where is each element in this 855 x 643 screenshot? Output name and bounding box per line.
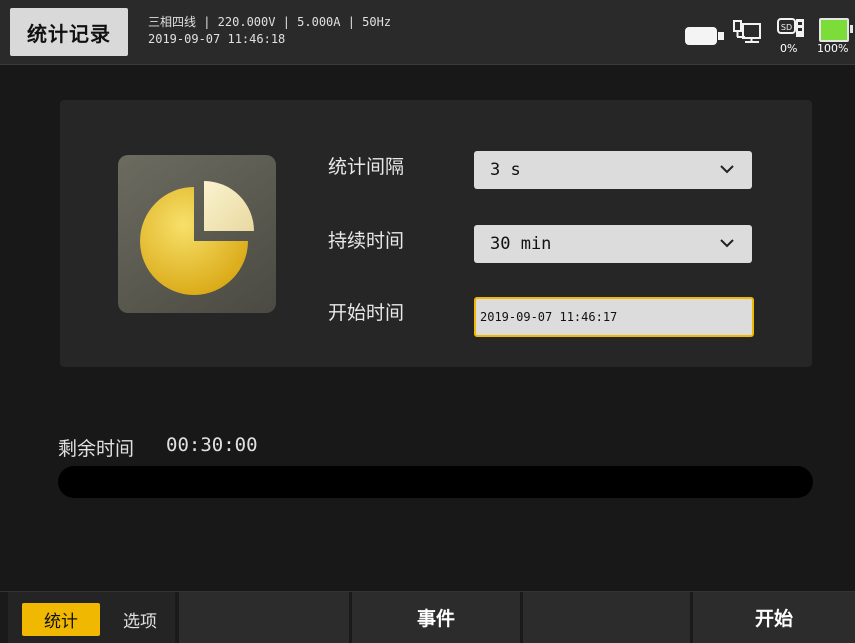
usb-icon [685,27,724,45]
pie-chart-icon [140,181,254,295]
current-datetime: 2019-09-07 11:46:18 [148,32,286,46]
network-icon [733,20,761,43]
chevron-down-icon [720,239,734,248]
settings-panel: 统计间隔 3 s 持续时间 30 min 开始时间 2019-09-07 11:… [60,100,812,367]
svg-text:SD: SD [781,23,792,32]
softkey-2[interactable] [179,592,349,643]
chevron-down-icon [720,165,734,174]
remaining-time-value: 00:30:00 [166,434,258,456]
page-title: 统计记录 [10,8,128,56]
duration-label: 持续时间 [328,230,405,252]
status-header: 统计记录 三相四线 | 220.000V | 5.000A | 50Hz 201… [0,0,855,65]
tab-options[interactable]: 选项 [110,603,170,636]
statistics-tile [118,155,276,313]
softkey-4[interactable] [523,592,690,643]
sd-card-icon: SD [777,18,804,37]
sd-usage: 0% [780,42,798,55]
start-time-label: 开始时间 [328,302,405,324]
interval-label: 统计间隔 [328,156,405,178]
tab-statistics[interactable]: 统计 [22,603,100,636]
battery-level: 100% [817,42,849,55]
start-button[interactable]: 开始 [693,592,855,643]
start-time-value: 2019-09-07 11:46:17 [480,310,618,324]
interval-select[interactable]: 3 s [474,151,752,189]
interval-value: 3 s [490,160,521,180]
progress-bar [58,466,813,498]
softkey-bar: 统计 选项 事件 开始 [0,591,855,643]
remaining-time-label: 剩余时间 [58,438,135,460]
start-time-field[interactable]: 2019-09-07 11:46:17 [474,297,754,337]
duration-select[interactable]: 30 min [474,225,752,263]
duration-value: 30 min [490,234,552,254]
status-info: 三相四线 | 220.000V | 5.000A | 50Hz 2019-09-… [148,14,391,48]
tab-group: 统计 选项 [8,592,175,643]
events-button[interactable]: 事件 [352,592,520,643]
battery-icon [819,18,853,42]
wiring-status: 三相四线 | 220.000V | 5.000A | 50Hz [148,15,392,29]
